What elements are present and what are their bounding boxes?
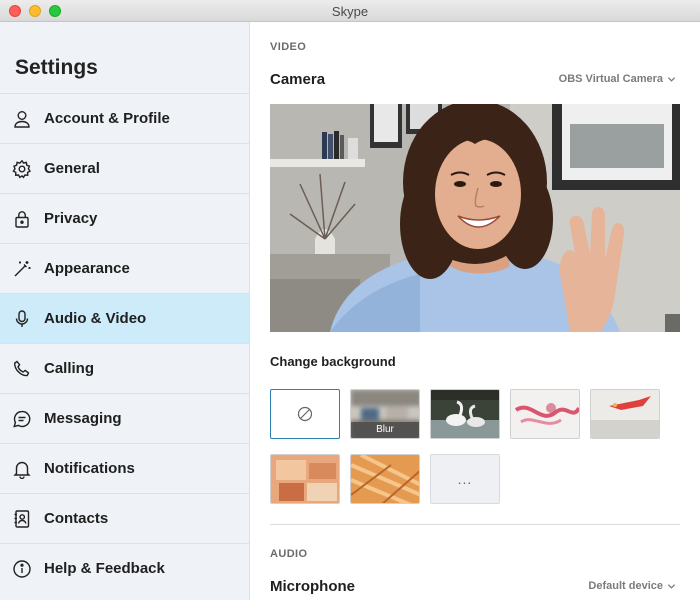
contact-book-icon [11, 508, 33, 530]
audio-section-label: AUDIO [270, 548, 308, 560]
gear-icon [11, 158, 33, 180]
microphone-select[interactable]: Default device [588, 580, 676, 592]
microphone-select-value: Default device [588, 580, 663, 592]
sidebar-item-notifications[interactable]: Notifications [0, 443, 249, 493]
sidebar-item-messaging[interactable]: Messaging [0, 393, 249, 443]
sidebar-item-label: Calling [44, 360, 95, 377]
bell-icon [11, 458, 33, 480]
orange-patchwork-thumbnail [271, 455, 339, 503]
sidebar-item-general[interactable]: General [0, 143, 249, 193]
chevron-down-icon [667, 76, 676, 82]
chevron-down-icon [667, 583, 676, 589]
sidebar-item-privacy[interactable]: Privacy [0, 193, 249, 243]
settings-nav: Account & Profile General Privacy Appear… [0, 93, 249, 593]
magic-wand-icon [11, 258, 33, 280]
sidebar-item-account-profile[interactable]: Account & Profile [0, 93, 249, 143]
background-red-bird-tile[interactable] [590, 389, 660, 439]
background-swans-tile[interactable] [430, 389, 500, 439]
sidebar-item-help-feedback[interactable]: Help & Feedback [0, 543, 249, 593]
info-icon [11, 558, 33, 580]
chat-bubble-icon [11, 408, 33, 430]
sidebar-item-label: Audio & Video [44, 310, 147, 327]
camera-select[interactable]: OBS Virtual Camera [559, 73, 676, 85]
background-blur-tile[interactable]: Blur [350, 389, 420, 439]
no-background-icon [297, 406, 313, 422]
window-title: Skype [331, 4, 369, 19]
sidebar-item-label: General [44, 160, 100, 177]
sidebar-item-audio-video[interactable]: Audio & Video [0, 293, 249, 343]
sidebar-title: Settings [15, 56, 98, 79]
orange-texture-thumbnail [351, 455, 419, 503]
camera-preview [270, 104, 680, 332]
blur-caption: Blur [351, 422, 419, 438]
red-bird-thumbnail [591, 390, 659, 438]
sidebar-item-calling[interactable]: Calling [0, 343, 249, 393]
settings-content: VIDEO Camera OBS Virtual Camera Change b… [250, 22, 700, 600]
sidebar-item-label: Account & Profile [44, 110, 170, 127]
sidebar-item-contacts[interactable]: Contacts [0, 493, 249, 543]
sidebar-item-label: Appearance [44, 260, 130, 277]
background-none-tile[interactable] [270, 389, 340, 439]
more-label: ... [457, 471, 473, 487]
change-background-label: Change background [270, 354, 396, 369]
person-icon [11, 108, 33, 130]
background-pink-abstract-tile[interactable] [510, 389, 580, 439]
sidebar-item-label: Contacts [44, 510, 109, 527]
more-backgrounds-button[interactable]: ... [430, 454, 500, 504]
background-orange-texture-tile[interactable] [350, 454, 420, 504]
pink-abstract-thumbnail [511, 390, 579, 438]
lock-icon [11, 208, 33, 230]
phone-icon [11, 358, 33, 380]
sidebar-item-label: Messaging [44, 410, 122, 427]
microphone-icon [11, 308, 33, 330]
sidebar-item-label: Privacy [44, 210, 98, 227]
camera-label: Camera [270, 71, 326, 88]
sidebar-item-label: Help & Feedback [44, 560, 165, 577]
section-divider [270, 524, 680, 525]
title-bar: Skype [0, 0, 700, 22]
sidebar-item-appearance[interactable]: Appearance [0, 243, 249, 293]
microphone-label: Microphone [270, 578, 355, 595]
video-section-label: VIDEO [270, 41, 307, 53]
swans-thumbnail [431, 390, 499, 438]
camera-select-value: OBS Virtual Camera [558, 73, 663, 85]
background-orange-patchwork-tile[interactable] [270, 454, 340, 504]
sidebar-item-label: Notifications [44, 460, 135, 477]
settings-sidebar: Settings Account & Profile General Priva… [0, 22, 250, 600]
